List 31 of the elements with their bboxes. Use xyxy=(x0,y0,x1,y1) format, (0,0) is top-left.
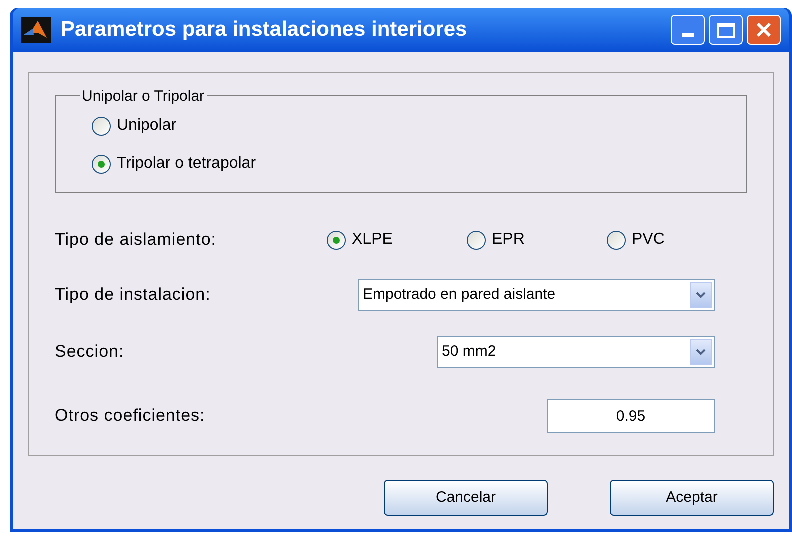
dropdown[interactable]: 50 mm2 xyxy=(437,336,715,368)
dialog-button[interactable]: Cancelar xyxy=(384,480,548,516)
radio-button[interactable] xyxy=(607,230,626,250)
dropdown-button[interactable] xyxy=(690,339,712,365)
input-field[interactable]: 0.95 xyxy=(547,399,715,433)
radio-label: PVC xyxy=(632,230,665,250)
dropdown[interactable]: Empotrado en pared aislante xyxy=(358,279,715,311)
chevron-down-icon xyxy=(696,292,706,298)
window-title: Parametros para instalaciones interiores xyxy=(61,17,468,44)
dropdown-button[interactable] xyxy=(690,282,712,308)
field-label: Seccion: xyxy=(55,341,124,364)
radio-label: XLPE xyxy=(352,230,393,250)
close-icon xyxy=(756,22,772,38)
field-label: Tipo de aislamiento: xyxy=(55,229,218,252)
radio-label: Tripolar o tetrapolar xyxy=(117,154,256,174)
field-label: Otros coeficientes: xyxy=(55,405,206,428)
radio-label: Unipolar xyxy=(117,116,177,136)
dialog-button[interactable]: Aceptar xyxy=(610,480,774,516)
radio-button[interactable] xyxy=(92,116,111,136)
dropdown-value: Empotrado en pared aislante xyxy=(363,284,556,305)
close-button[interactable] xyxy=(747,15,781,45)
app-icon xyxy=(21,17,51,43)
radio-label: EPR xyxy=(492,230,525,250)
chevron-down-icon xyxy=(696,348,706,356)
field-label: Tipo de instalacion: xyxy=(55,284,211,306)
radio-button[interactable] xyxy=(92,154,111,174)
minimize-button[interactable] xyxy=(671,15,705,45)
dropdown-value: 50 mm2 xyxy=(442,342,496,362)
radio-button[interactable] xyxy=(467,230,486,250)
radio-button[interactable] xyxy=(327,230,346,250)
maximize-button[interactable] xyxy=(709,15,743,45)
